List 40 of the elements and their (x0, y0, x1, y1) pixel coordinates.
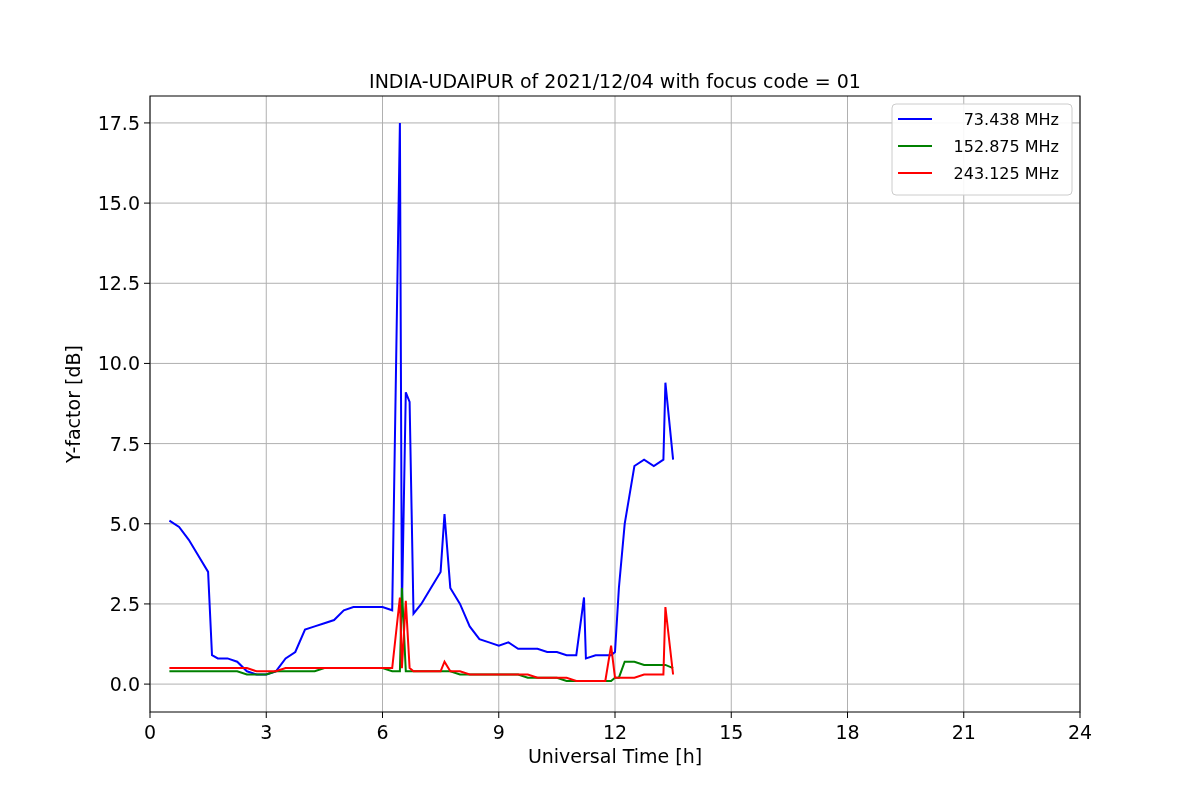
tick-label: 12 (602, 721, 628, 743)
axis-label: Universal Time [h] (527, 745, 703, 767)
tick-label: 0.0 (109, 673, 140, 696)
legend-label: 152.875 MHz (953, 137, 1059, 156)
legend-label: 73.438 MHz (963, 110, 1059, 129)
tick-mark (143, 443, 151, 445)
legend-label: 243.125 MHz (953, 164, 1059, 183)
axis-label: Y-factor [dB] (62, 345, 84, 463)
tick-mark (847, 711, 848, 719)
tick-label: 3 (260, 721, 273, 743)
tick-label: 18 (835, 721, 860, 743)
tick-label: 6 (376, 721, 389, 743)
chart-title: INDIA-UDAIPUR of 2021/12/04 with focus code = 01 (369, 70, 861, 92)
tick-mark (143, 603, 151, 605)
tick-label: 24 (1067, 721, 1093, 743)
tick-label: 0 (143, 721, 157, 743)
tick-mark (143, 683, 151, 685)
tick-mark (963, 711, 965, 719)
tick-label: 12.5 (97, 272, 140, 295)
tick-mark (498, 711, 500, 719)
tick-label: 21 (951, 721, 976, 743)
tick-mark (614, 711, 616, 719)
tick-mark (143, 282, 151, 284)
tick-mark (143, 202, 151, 204)
tick-mark (1079, 711, 1081, 719)
tick-label: 15.0 (97, 192, 140, 215)
tick-label: 5.0 (109, 512, 140, 535)
tick-label: 7.5 (109, 432, 140, 455)
tick-mark (382, 711, 383, 719)
tick-label: 2.5 (109, 592, 140, 615)
tick-mark (265, 711, 267, 719)
tick-label: 9 (492, 721, 505, 743)
tick-mark (143, 523, 151, 525)
tick-mark (730, 711, 732, 719)
tick-label: 17.5 (97, 111, 140, 134)
tick-mark (143, 122, 151, 124)
tick-mark (149, 711, 151, 719)
tick-label: 15 (719, 721, 744, 743)
tick-mark (143, 362, 151, 364)
tick-label: 10.0 (97, 352, 140, 375)
